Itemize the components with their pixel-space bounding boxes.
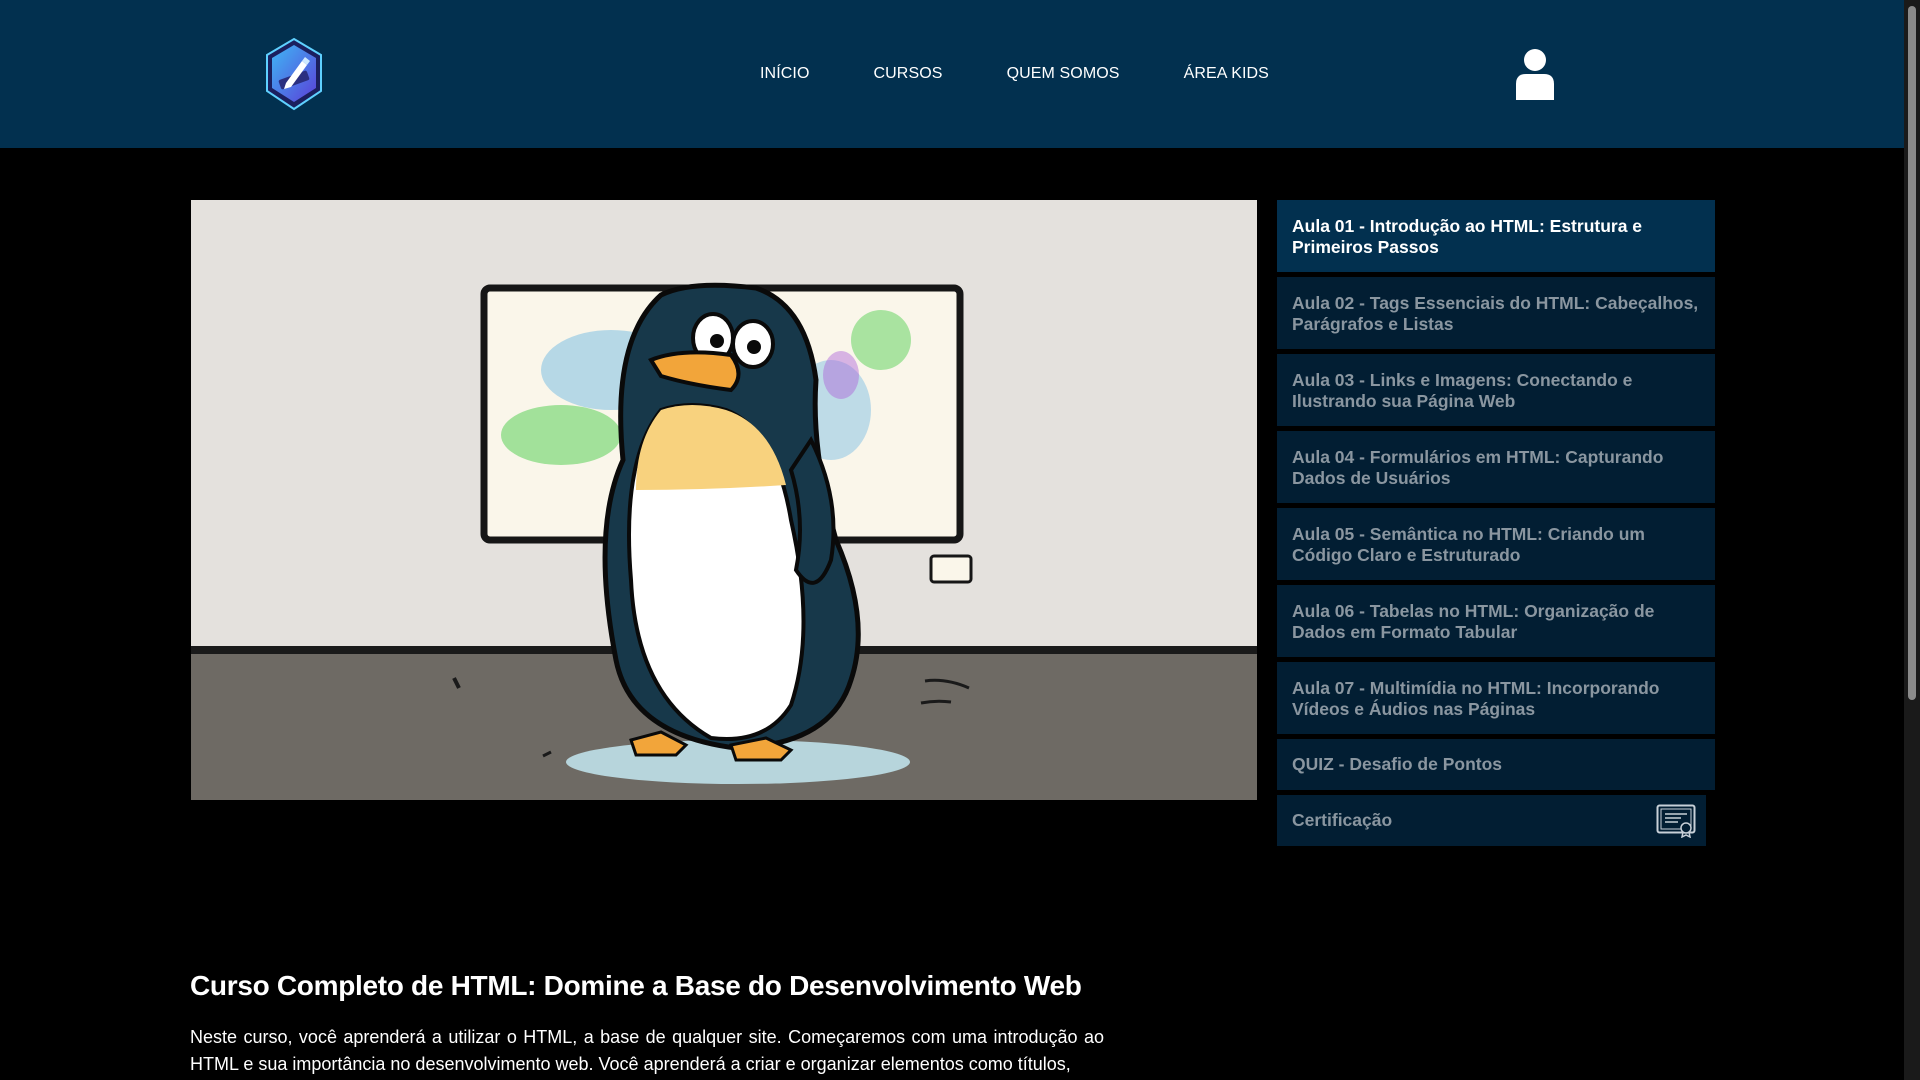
- course-description: Neste curso, você aprenderá a utilizar o…: [190, 1027, 1104, 1074]
- site-header: INÍCIO CURSOS QUEM SOMOS ÁREA KIDS: [0, 0, 1904, 148]
- user-icon[interactable]: [1515, 48, 1555, 100]
- lesson-item-03[interactable]: Aula 03 - Links e Imagens: Conectando e …: [1277, 354, 1715, 426]
- nav-cursos[interactable]: CURSOS: [874, 65, 943, 83]
- nav-inicio[interactable]: INÍCIO: [760, 65, 810, 83]
- nav-quem-somos[interactable]: QUEM SOMOS: [1007, 65, 1120, 83]
- lesson-item-06[interactable]: Aula 06 - Tabelas no HTML: Organização d…: [1277, 585, 1715, 657]
- certification-label: Certificação: [1292, 810, 1393, 830]
- scrollbar-thumb[interactable]: [1908, 6, 1916, 700]
- certificate-icon: [1656, 804, 1696, 838]
- lesson-item-01[interactable]: Aula 01 - Introdução ao HTML: Estrutura …: [1277, 200, 1715, 272]
- lesson-item-04[interactable]: Aula 04 - Formulários em HTML: Capturand…: [1277, 431, 1715, 503]
- lesson-item-05[interactable]: Aula 05 - Semântica no HTML: Criando um …: [1277, 508, 1715, 580]
- page-scrollbar[interactable]: [1904, 0, 1920, 1080]
- lesson-item-07[interactable]: Aula 07 - Multimídia no HTML: Incorporan…: [1277, 662, 1715, 734]
- course-title: Curso Completo de HTML: Domine a Base do…: [190, 970, 1082, 1001]
- video-player[interactable]: [191, 200, 1257, 800]
- video-thumbnail: [191, 200, 1257, 800]
- lesson-list: Aula 01 - Introdução ao HTML: Estrutura …: [1277, 200, 1715, 851]
- nav-area-kids[interactable]: ÁREA KIDS: [1184, 65, 1269, 83]
- logo-icon[interactable]: [264, 37, 324, 111]
- page: INÍCIO CURSOS QUEM SOMOS ÁREA KIDS Aula …: [0, 0, 1920, 1080]
- main-nav: INÍCIO CURSOS QUEM SOMOS ÁREA KIDS: [760, 0, 1333, 148]
- certification-item[interactable]: Certificação: [1277, 795, 1706, 846]
- lesson-item-02[interactable]: Aula 02 - Tags Essenciais do HTML: Cabeç…: [1277, 277, 1715, 349]
- quiz-item[interactable]: QUIZ - Desafio de Pontos: [1277, 739, 1715, 790]
